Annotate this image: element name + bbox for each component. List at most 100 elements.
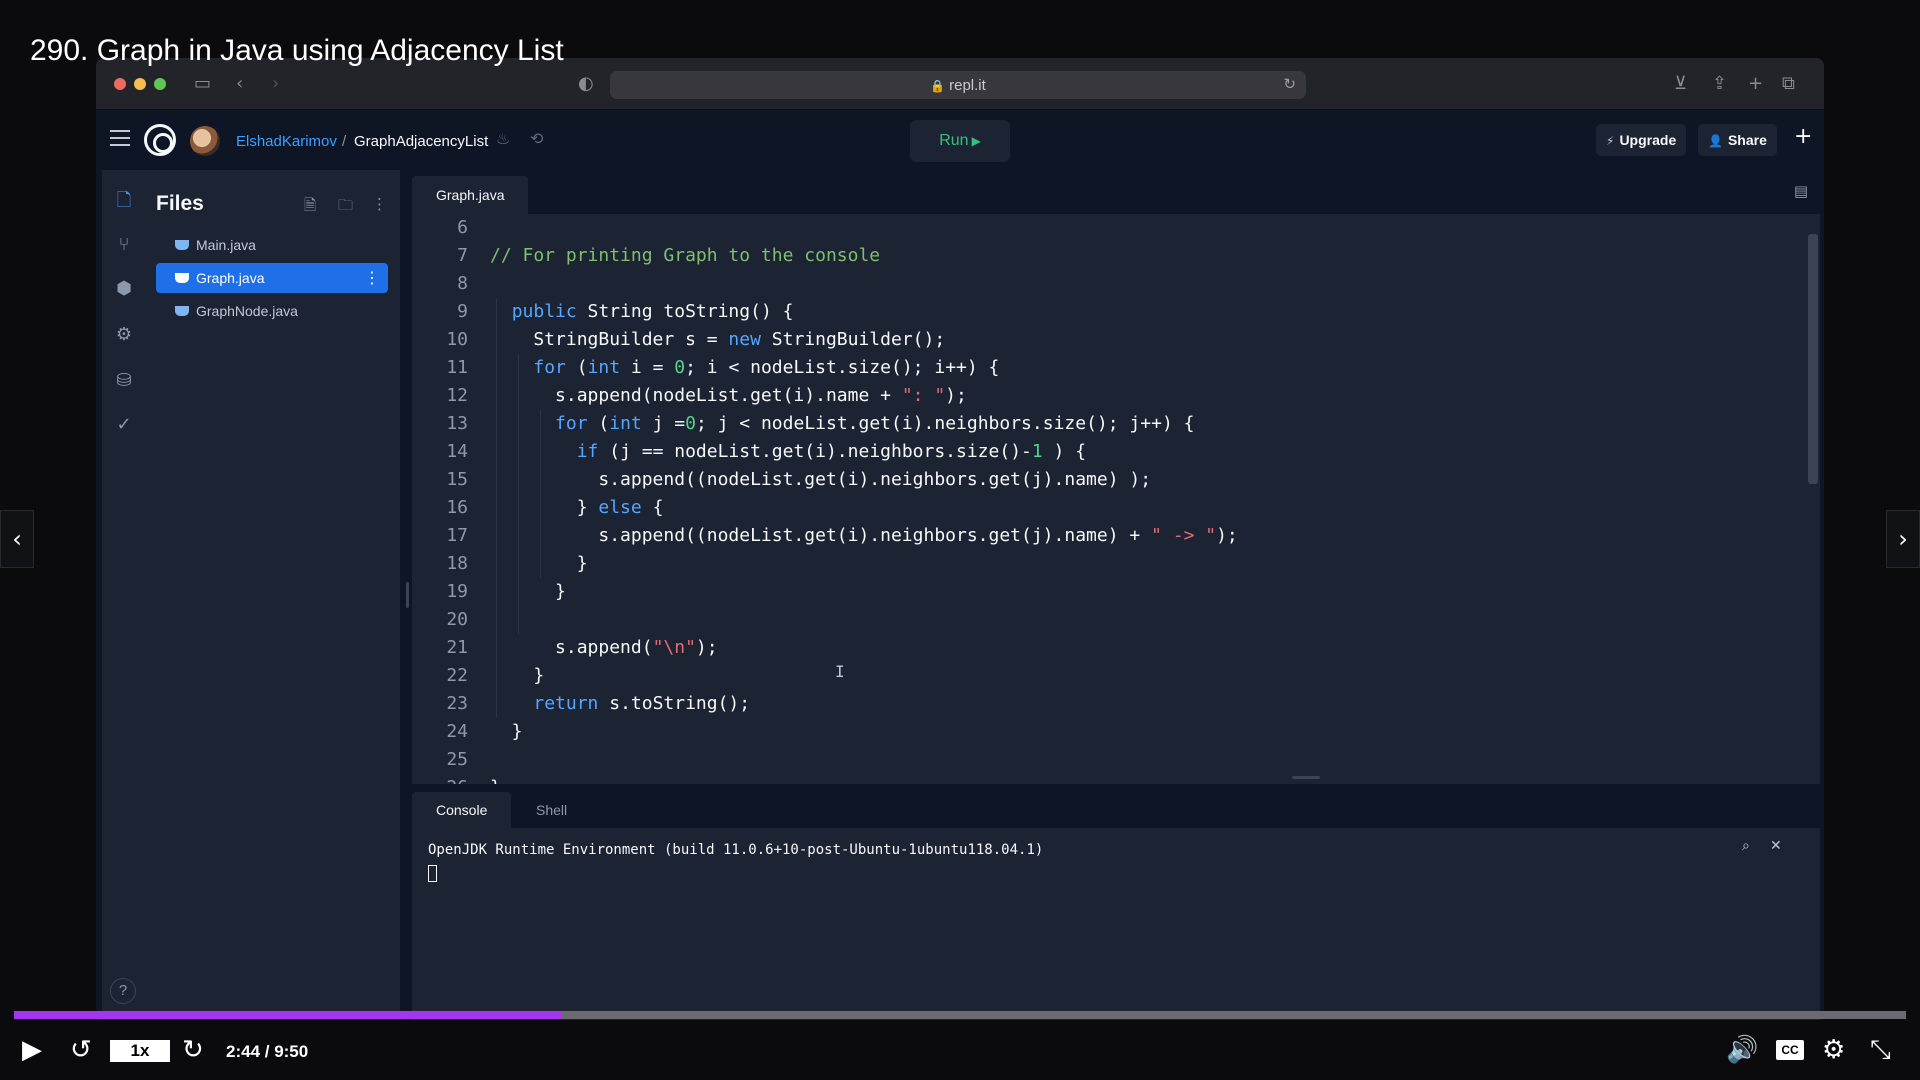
console-cursor[interactable] (428, 865, 437, 882)
workspace: 🗋 ⑂ ⬢ ⚙ ⛁ ✓ ? Files 🗎 🗀 ⋮ Main.java Grap… (96, 170, 1824, 1020)
tab-shell[interactable]: Shell (512, 792, 591, 828)
code-line[interactable]: 22 } (412, 662, 544, 690)
code-line[interactable]: 23 return s.toString(); (412, 690, 750, 718)
code-text: for (int i = 0; i < nodeList.size(); i++… (533, 357, 1000, 378)
play-icon[interactable]: ▶ (22, 1036, 42, 1064)
playback-speed-button[interactable]: 1x (110, 1040, 170, 1062)
code-line[interactable]: 8 (412, 270, 490, 298)
code-line[interactable]: 19 } (412, 578, 566, 606)
line-number: 22 (446, 665, 468, 686)
minimize-window-button[interactable] (134, 78, 146, 90)
line-number: 20 (446, 609, 468, 630)
project-name[interactable]: GraphAdjacencyList (354, 133, 488, 150)
url-text: repl.it (949, 77, 986, 94)
help-icon[interactable]: ? (110, 978, 136, 1004)
code-line[interactable]: 10 StringBuilder s = new StringBuilder()… (412, 326, 945, 354)
code-line[interactable]: 21 s.append("\n"); (412, 634, 717, 662)
file-menu-icon[interactable]: ⋮ (364, 263, 380, 293)
close-icon[interactable]: ✕ (1770, 838, 1782, 854)
upgrade-icon: ⚡ (1606, 134, 1615, 148)
line-number: 16 (446, 497, 468, 518)
address-bar[interactable]: 🔒 repl.it ↻ (610, 71, 1306, 99)
username-link[interactable]: ElshadKarimov (236, 133, 337, 150)
exit-fullscreen-icon[interactable]: ⤡ (1870, 1036, 1891, 1064)
replit-logo-icon[interactable] (144, 124, 176, 156)
run-button[interactable]: Run ▶ (910, 120, 1010, 162)
share-button[interactable]: 👤 Share (1698, 124, 1777, 156)
history-icon[interactable]: ⟲ (530, 129, 543, 148)
previous-lecture-button[interactable]: ‹ (0, 510, 34, 568)
line-number: 13 (446, 413, 468, 434)
rewind-icon[interactable]: ↺ (70, 1036, 92, 1064)
version-control-icon[interactable]: ⑂ (102, 234, 146, 255)
code-line[interactable]: 11 for (int i = 0; i < nodeList.size(); … (412, 354, 999, 382)
pane-splitter[interactable] (406, 582, 409, 608)
more-options-icon[interactable]: ⋮ (372, 195, 387, 213)
plus-icon[interactable]: + (1794, 124, 1812, 149)
sidebar-toggle-icon[interactable]: ▭ (194, 72, 211, 96)
code-line[interactable]: 17 s.append((nodeList.get(i).neighbors.g… (412, 522, 1238, 550)
new-tab-icon[interactable]: + (1748, 72, 1763, 96)
file-item-graph[interactable]: Graph.java ⋮ (156, 263, 388, 293)
code-line[interactable]: 20 (412, 606, 490, 634)
file-item-main[interactable]: Main.java (156, 230, 388, 260)
back-icon[interactable]: ‹ (236, 72, 243, 96)
reload-icon[interactable]: ↻ (1283, 75, 1296, 93)
files-icon[interactable]: 🗋 (102, 188, 146, 218)
code-text: } (490, 581, 566, 602)
code-line[interactable]: 7 // For printing Graph to the console (412, 242, 880, 270)
line-number: 26 (412, 774, 468, 784)
check-icon[interactable]: ✓ (102, 414, 146, 435)
avatar[interactable] (190, 126, 220, 156)
add-folder-icon[interactable]: 🗀 (338, 195, 353, 220)
tab-console[interactable]: Console (412, 792, 512, 828)
forward-icon[interactable]: › (272, 72, 279, 96)
code-line[interactable]: 15 s.append((nodeList.get(i).neighbors.g… (412, 466, 1151, 494)
forward-icon[interactable]: ↻ (182, 1036, 204, 1064)
code-line[interactable]: 25 (412, 746, 490, 774)
code-line[interactable]: 9 public String toString() { (412, 298, 793, 326)
database-icon[interactable]: ⛁ (102, 370, 146, 391)
settings-icon[interactable]: ⚙ (1822, 1036, 1845, 1064)
add-file-icon[interactable]: 🗎 (304, 195, 316, 220)
line-number: 8 (457, 273, 468, 294)
tab-graph-java[interactable]: Graph.java (412, 176, 529, 214)
settings-icon[interactable]: ⚙ (102, 324, 146, 345)
side-rail: 🗋 ⑂ ⬢ ⚙ ⛁ ✓ ? (102, 170, 146, 1020)
editor-options-icon[interactable]: ▤ (1794, 182, 1808, 200)
captions-button[interactable]: CC (1776, 1040, 1804, 1060)
search-icon[interactable]: ⌕ (1742, 838, 1750, 854)
code-text: return s.toString(); (533, 693, 751, 714)
file-item-graphnode[interactable]: GraphNode.java (156, 296, 388, 326)
lock-icon: 🔒 (930, 79, 946, 93)
download-icon[interactable]: ⊻ (1674, 72, 1687, 96)
code-line[interactable]: 6 (412, 214, 490, 242)
packages-icon[interactable]: ⬢ (102, 278, 146, 299)
code-area[interactable]: 6 7 // For printing Graph to the console 8 9… (412, 214, 1820, 784)
code-line[interactable]: 14 if (j == nodeList.get(i).neighbors.si… (412, 438, 1086, 466)
code-text: if (j == nodeList.get(i).neighbors.size(… (576, 441, 1087, 462)
video-progress-bar[interactable] (14, 1011, 1906, 1019)
language-icon[interactable]: ♨ (496, 129, 510, 148)
line-number: 21 (446, 637, 468, 658)
editor-scrollbar[interactable] (1808, 234, 1818, 484)
tabs-overview-icon[interactable]: ⧉ (1782, 72, 1795, 96)
maximize-window-button[interactable] (154, 78, 166, 90)
next-lecture-button[interactable]: › (1886, 510, 1920, 568)
close-window-button[interactable] (114, 78, 126, 90)
code-line[interactable]: 13 for (int j =0; j < nodeList.get(i).ne… (412, 410, 1194, 438)
code-text: s.append((nodeList.get(i).neighbors.get(… (490, 469, 1152, 490)
volume-icon[interactable]: 🔊 (1726, 1036, 1758, 1064)
upgrade-button[interactable]: ⚡ Upgrade (1596, 124, 1687, 156)
code-line[interactable]: 16 } else { (412, 494, 663, 522)
java-file-icon (175, 306, 189, 316)
menu-icon[interactable] (110, 130, 130, 146)
text-cursor-icon: I (835, 662, 845, 681)
code-line[interactable]: 18 } (412, 550, 587, 578)
resize-handle[interactable] (1292, 776, 1320, 779)
shield-icon[interactable]: ◐ (578, 72, 594, 96)
share-icon[interactable]: ⇪ (1712, 72, 1727, 96)
code-line[interactable]: 26} (412, 774, 501, 784)
code-line[interactable]: 24 } (412, 718, 522, 746)
code-text: s.append((nodeList.get(i).neighbors.get(… (490, 525, 1238, 546)
